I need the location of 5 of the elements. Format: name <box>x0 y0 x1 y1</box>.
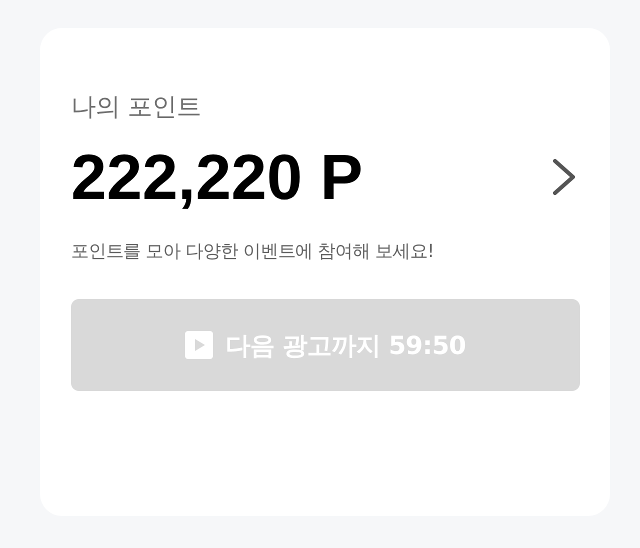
card-title: 나의 포인트 <box>71 91 202 123</box>
points-amount: 222,220 P <box>71 145 363 209</box>
card-description: 포인트를 모아 다양한 이벤트에 참여해 보세요! <box>71 240 435 263</box>
play-icon <box>185 331 214 359</box>
chevron-right-icon[interactable] <box>550 157 578 197</box>
